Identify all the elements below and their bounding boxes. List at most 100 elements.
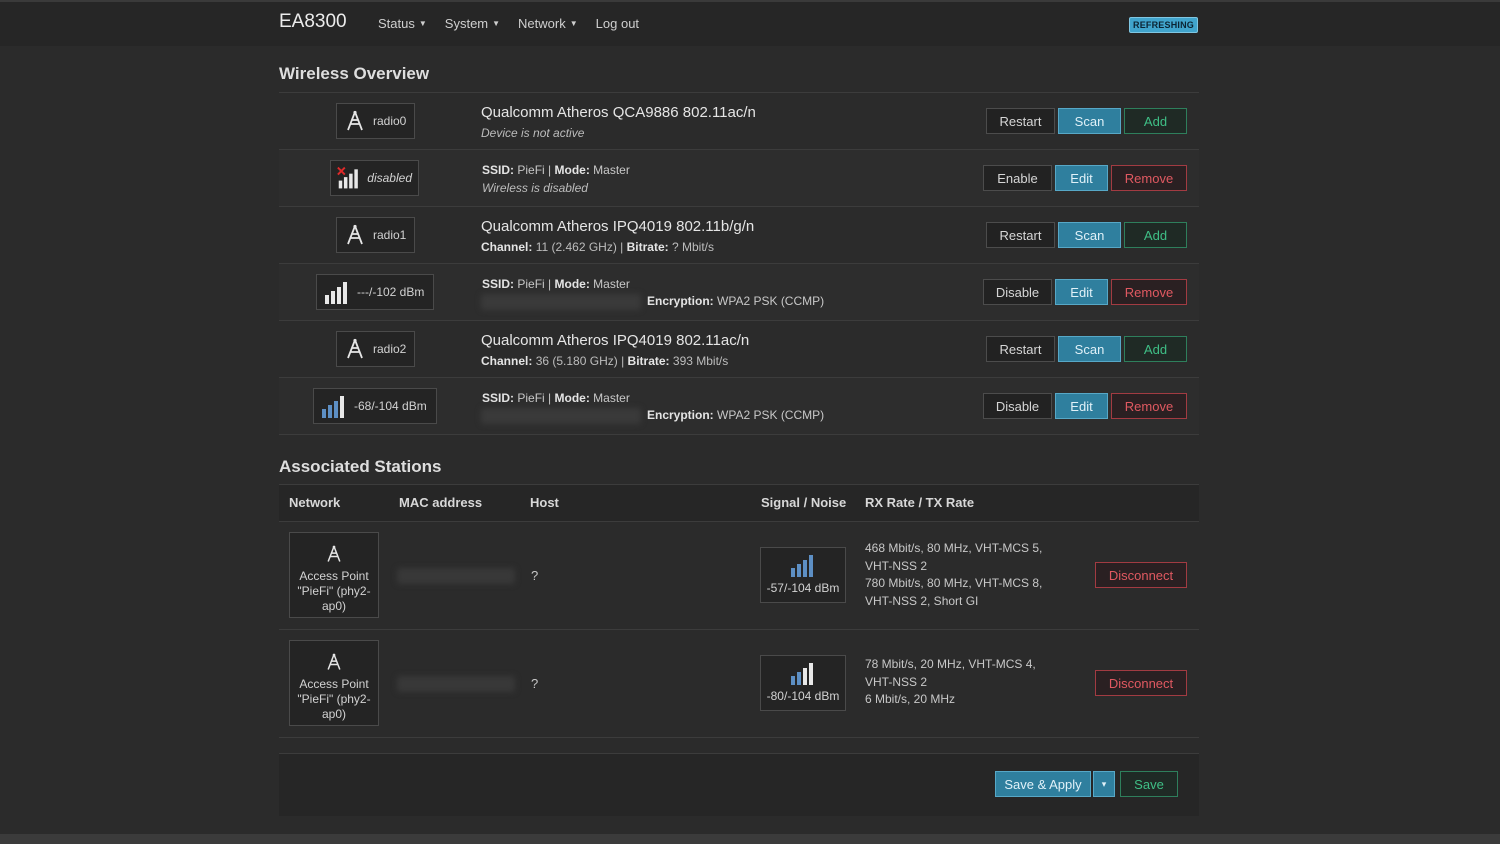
brand-title[interactable]: EA8300 [279, 11, 347, 33]
top-navbar: EA8300 Status ▼ System ▼ Network ▼ Log out … [0, 0, 1500, 46]
station-network: Access Point "PieFi" (phy2-ap0) [289, 532, 379, 618]
tx-rate: 6 Mbit/s, 20 MHz [865, 692, 956, 706]
radio-title: Qualcomm Atheros IPQ4019 802.11b/g/n [481, 218, 755, 235]
network-badge-label: -68/-104 dBm [354, 399, 427, 413]
table-row: Access Point "PieFi" (phy2-ap0) ? -80/-1… [279, 630, 1199, 738]
save-apply-button[interactable]: Save & Apply [995, 771, 1091, 797]
col-network: Network [289, 495, 341, 510]
caret-down-icon: ▼ [569, 19, 578, 28]
menu-system[interactable]: System ▼ [445, 16, 500, 31]
remove-button[interactable]: Remove [1111, 165, 1187, 191]
redacted-bssid [481, 408, 641, 424]
menu-logout[interactable]: Log out [596, 16, 639, 31]
add-button[interactable]: Add [1124, 336, 1187, 362]
main-menu: Status ▼ System ▼ Network ▼ Log out [378, 16, 639, 31]
station-rates: 78 Mbit/s, 20 MHz, VHT-MCS 4, VHT-NSS 2 … [865, 656, 1065, 709]
network-badge: disabled [330, 160, 419, 196]
redacted-mac [397, 676, 515, 692]
mode-value: Master [593, 391, 630, 405]
save-button[interactable]: Save [1120, 771, 1178, 797]
menu-status-label: Status [378, 16, 415, 31]
signal-strength-icon [325, 282, 347, 304]
signal-strength-icon [791, 555, 813, 577]
scan-button[interactable]: Scan [1058, 222, 1121, 248]
network-row: -68/-104 dBm SSID: PieFi | Mode: Master … [279, 378, 1199, 435]
network-row: ---/-102 dBm SSID: PieFi | Mode: Master … [279, 264, 1199, 321]
rx-rate: 78 Mbit/s, 20 MHz, VHT-MCS 4, VHT-NSS 2 [865, 657, 1036, 689]
network-actions: Enable Edit Remove [983, 165, 1187, 191]
remove-button[interactable]: Remove [1111, 279, 1187, 305]
antenna-icon [347, 338, 363, 359]
edit-button[interactable]: Edit [1055, 393, 1108, 419]
bitrate-value: ? Mbit/s [672, 240, 715, 254]
redacted-bssid [481, 294, 641, 310]
redacted-mac [397, 568, 515, 584]
encryption-line: Encryption: WPA2 PSK (CCMP) [647, 408, 824, 422]
disable-button[interactable]: Disable [983, 393, 1052, 419]
ssid-value: PieFi [517, 391, 545, 405]
radio-row: radio2 Qualcomm Atheros IPQ4019 802.11ac… [279, 321, 1199, 378]
col-signal: Signal / Noise [761, 495, 847, 510]
scan-button[interactable]: Scan [1058, 336, 1121, 362]
radio-name: radio2 [373, 342, 407, 356]
mode-label: Mode: [554, 163, 590, 177]
menu-network-label: Network [518, 16, 566, 31]
ssid-mode-line: SSID: PieFi | Mode: Master [482, 391, 630, 405]
refreshing-badge[interactable]: REFRESHING [1129, 17, 1199, 33]
station-network-label: Access Point "PieFi" (phy2-ap0) [297, 569, 371, 613]
scan-button[interactable]: Scan [1058, 108, 1121, 134]
signal-disabled-icon [337, 166, 358, 189]
restart-button[interactable]: Restart [986, 336, 1055, 362]
ssid-value: PieFi [517, 163, 545, 177]
tx-rate: 780 Mbit/s, 80 MHz, VHT-MCS 8, VHT-NSS 2… [865, 576, 1043, 608]
antenna-icon [347, 110, 363, 131]
ssid-label: SSID: [482, 277, 515, 291]
disconnect-button[interactable]: Disconnect [1095, 670, 1187, 696]
radio-title: Qualcomm Atheros QCA9886 802.11ac/n [481, 104, 756, 121]
edit-button[interactable]: Edit [1055, 279, 1108, 305]
disconnect-button[interactable]: Disconnect [1095, 562, 1187, 588]
save-apply-dropdown[interactable]: ▾ [1093, 771, 1115, 797]
station-network-label: Access Point "PieFi" (phy2-ap0) [297, 677, 371, 721]
menu-status[interactable]: Status ▼ [378, 16, 427, 31]
station-host: ? [531, 568, 539, 583]
station-signal: -80/-104 dBm [760, 655, 846, 711]
network-badge: -68/-104 dBm [313, 388, 437, 424]
radio-channel-info: Channel: 36 (5.180 GHz) | Bitrate: 393 M… [481, 354, 729, 368]
restart-button[interactable]: Restart [986, 222, 1055, 248]
encryption-label: Encryption: [647, 294, 714, 308]
ssid-mode-line: SSID: PieFi | Mode: Master [482, 163, 630, 177]
add-button[interactable]: Add [1124, 108, 1187, 134]
menu-system-label: System [444, 16, 489, 31]
signal-value: -57/-104 dBm [766, 581, 840, 595]
signal-value: -80/-104 dBm [766, 689, 840, 703]
add-button[interactable]: Add [1124, 222, 1187, 248]
radio-actions: Restart Scan Add [986, 336, 1187, 362]
remove-button[interactable]: Remove [1111, 393, 1187, 419]
restart-button[interactable]: Restart [986, 108, 1055, 134]
mode-value: Master [593, 277, 630, 291]
caret-down-icon: ▼ [492, 19, 501, 28]
antenna-icon [327, 653, 341, 670]
radio-name: radio0 [373, 114, 407, 128]
radio-title: Qualcomm Atheros IPQ4019 802.11ac/n [481, 332, 750, 349]
ssid-mode-line: SSID: PieFi | Mode: Master [482, 277, 630, 291]
bitrate-label: Bitrate: [626, 240, 669, 254]
menu-network[interactable]: Network ▼ [518, 16, 578, 31]
radio-row: radio0 Qualcomm Atheros QCA9886 802.11ac… [279, 93, 1199, 150]
col-rate: RX Rate / TX Rate [865, 495, 975, 510]
rx-rate: 468 Mbit/s, 80 MHz, VHT-MCS 5, VHT-NSS 2 [865, 541, 1043, 573]
antenna-icon [347, 224, 363, 245]
encryption-line: Encryption: WPA2 PSK (CCMP) [647, 294, 824, 308]
channel-label: Channel: [481, 354, 533, 368]
network-badge-label: ---/-102 dBm [357, 285, 425, 299]
edit-button[interactable]: Edit [1055, 165, 1108, 191]
enable-button[interactable]: Enable [983, 165, 1052, 191]
signal-strength-icon [791, 663, 813, 685]
ssid-label: SSID: [482, 163, 515, 177]
disable-button[interactable]: Disable [983, 279, 1052, 305]
mode-label: Mode: [554, 391, 590, 405]
channel-label: Channel: [481, 240, 533, 254]
bitrate-value: 393 Mbit/s [672, 354, 729, 368]
network-actions: Disable Edit Remove [983, 279, 1187, 305]
